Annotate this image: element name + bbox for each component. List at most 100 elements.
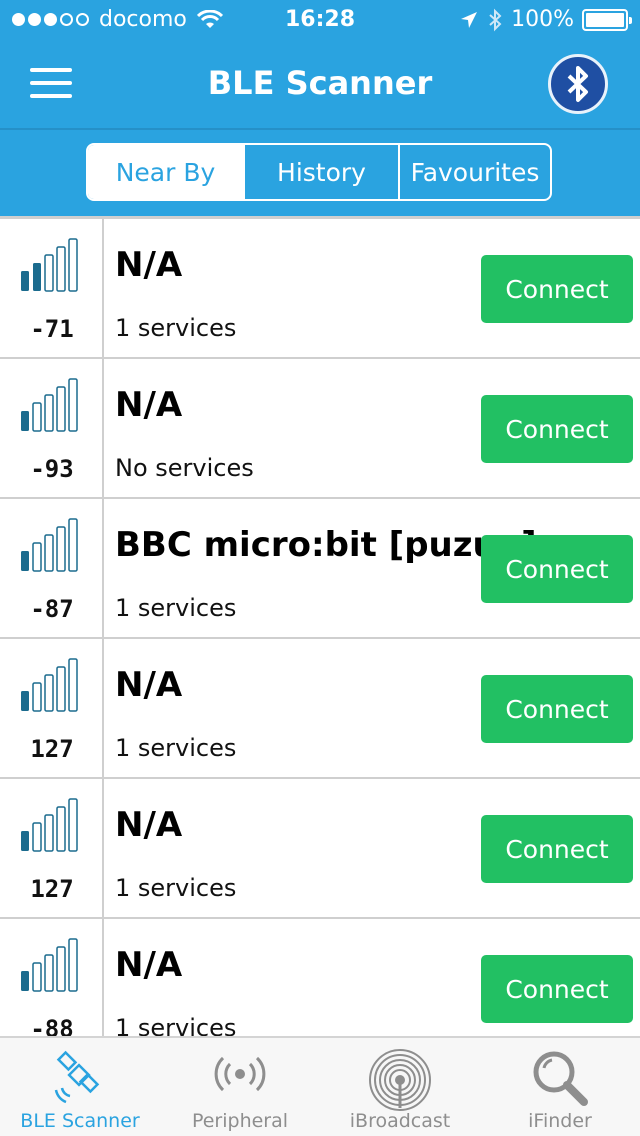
signal-strength-icon: [21, 378, 78, 432]
page-title: BLE Scanner: [207, 64, 433, 102]
signal-bar: [32, 822, 42, 852]
signal-cell: -93: [0, 359, 104, 499]
segment-history[interactable]: History: [243, 145, 398, 199]
signal-strength-icon: [21, 238, 78, 292]
signal-bar: [56, 946, 66, 992]
device-row[interactable]: 127 N/A 1 services Connect: [0, 639, 640, 779]
signal-cell: -71: [0, 219, 104, 359]
connect-button[interactable]: Connect: [481, 395, 633, 463]
signal-bar: [56, 806, 66, 852]
signal-cell: -87: [0, 499, 104, 639]
device-services: 1 services: [115, 594, 237, 622]
signal-bar: [44, 954, 54, 992]
connect-button[interactable]: Connect: [481, 535, 633, 603]
signal-cell: -88: [0, 919, 104, 1036]
battery-icon: [582, 8, 632, 31]
device-row[interactable]: -87 BBC micro:bit [puzup] 1 services Con…: [0, 499, 640, 639]
signal-bar: [56, 386, 66, 432]
signal-bar: [33, 263, 41, 291]
signal-bar: [21, 551, 29, 571]
status-right: 100%: [459, 7, 632, 32]
tab-label: iBroadcast: [349, 1110, 451, 1132]
signal-cell: 127: [0, 639, 104, 779]
magnifier-icon: [533, 1051, 588, 1106]
signal-bar: [21, 971, 29, 991]
device-services: No services: [115, 454, 254, 482]
signal-bar: [68, 378, 78, 432]
signal-bar: [44, 394, 54, 432]
signal-bar: [68, 938, 78, 992]
device-list[interactable]: -71 N/A 1 services Connect -93 N/A No se…: [0, 216, 640, 1036]
tab-ibroadcast[interactable]: iBroadcast: [320, 1038, 480, 1136]
tab-ifinder[interactable]: iFinder: [480, 1038, 640, 1136]
rssi-value: -87: [30, 595, 74, 623]
signal-bar: [21, 271, 29, 291]
signal-bar: [68, 518, 78, 572]
device-row[interactable]: -71 N/A 1 services Connect: [0, 219, 640, 359]
signal-strength-icon: [21, 938, 78, 992]
tab-bar: BLE Scanner Peripheral iBroadcast iFinde…: [0, 1036, 640, 1136]
segment-near-by[interactable]: Near By: [88, 145, 243, 199]
tab-peripheral[interactable]: Peripheral: [160, 1038, 320, 1136]
signal-bar: [32, 402, 42, 432]
segmented-control: Near By History Favourites: [86, 143, 552, 201]
signal-cell: 127: [0, 779, 104, 919]
signal-bar: [56, 526, 66, 572]
target-icon: [369, 1049, 431, 1111]
signal-bar: [68, 658, 78, 712]
bluetooth-status-icon: [489, 8, 502, 31]
signal-bar: [21, 831, 29, 851]
signal-bar: [21, 411, 29, 431]
broadcast-icon: [214, 1056, 266, 1092]
signal-bar: [44, 534, 54, 572]
rssi-value: 127: [30, 875, 74, 903]
rssi-value: -88: [30, 1015, 74, 1036]
signal-bar: [32, 962, 42, 992]
tab-label: Peripheral: [191, 1110, 289, 1132]
nav-divider: [0, 128, 640, 130]
battery-percent: 100%: [511, 7, 574, 32]
device-services: 1 services: [115, 1014, 237, 1036]
signal-bar: [32, 542, 42, 572]
signal-bar: [32, 682, 42, 712]
tab-label: BLE Scanner: [20, 1110, 140, 1132]
rssi-value: -71: [30, 315, 74, 343]
bluetooth-icon: [567, 66, 588, 102]
device-row[interactable]: -88 N/A 1 services Connect: [0, 919, 640, 1036]
signal-bar: [44, 674, 54, 712]
rssi-value: -93: [30, 455, 74, 483]
signal-bar: [68, 798, 78, 852]
segment-favourites[interactable]: Favourites: [398, 145, 550, 199]
device-name: N/A: [115, 245, 183, 285]
device-name: BBC micro:bit [puzup]: [115, 525, 537, 565]
signal-strength-icon: [21, 658, 78, 712]
device-services: 1 services: [115, 734, 237, 762]
signal-bar: [21, 691, 29, 711]
signal-strength-icon: [21, 798, 78, 852]
connect-button[interactable]: Connect: [481, 955, 633, 1023]
device-name: N/A: [115, 805, 183, 845]
app-header: docomo 16:28 100% BLE Scanner Near By Hi…: [0, 0, 640, 216]
navigation-bar: BLE Scanner: [0, 40, 640, 128]
signal-strength-icon: [21, 518, 78, 572]
signal-bar: [44, 814, 54, 852]
device-row[interactable]: 127 N/A 1 services Connect: [0, 779, 640, 919]
connect-button[interactable]: Connect: [481, 255, 633, 323]
tab-label: iFinder: [528, 1110, 592, 1132]
device-services: 1 services: [115, 314, 237, 342]
tab-ble-scanner[interactable]: BLE Scanner: [0, 1038, 160, 1136]
device-name: N/A: [115, 665, 183, 705]
status-bar: docomo 16:28 100%: [0, 0, 640, 40]
signal-bar: [56, 246, 66, 292]
connect-button[interactable]: Connect: [481, 815, 633, 883]
signal-bar: [44, 254, 54, 292]
device-services: 1 services: [115, 874, 237, 902]
signal-bar: [68, 238, 78, 292]
bluetooth-button[interactable]: [548, 54, 608, 114]
device-row[interactable]: -93 N/A No services Connect: [0, 359, 640, 499]
connect-button[interactable]: Connect: [481, 675, 633, 743]
signal-bar: [56, 666, 66, 712]
satellite-icon: [54, 1050, 100, 1104]
device-name: N/A: [115, 385, 183, 425]
device-name: N/A: [115, 945, 183, 985]
